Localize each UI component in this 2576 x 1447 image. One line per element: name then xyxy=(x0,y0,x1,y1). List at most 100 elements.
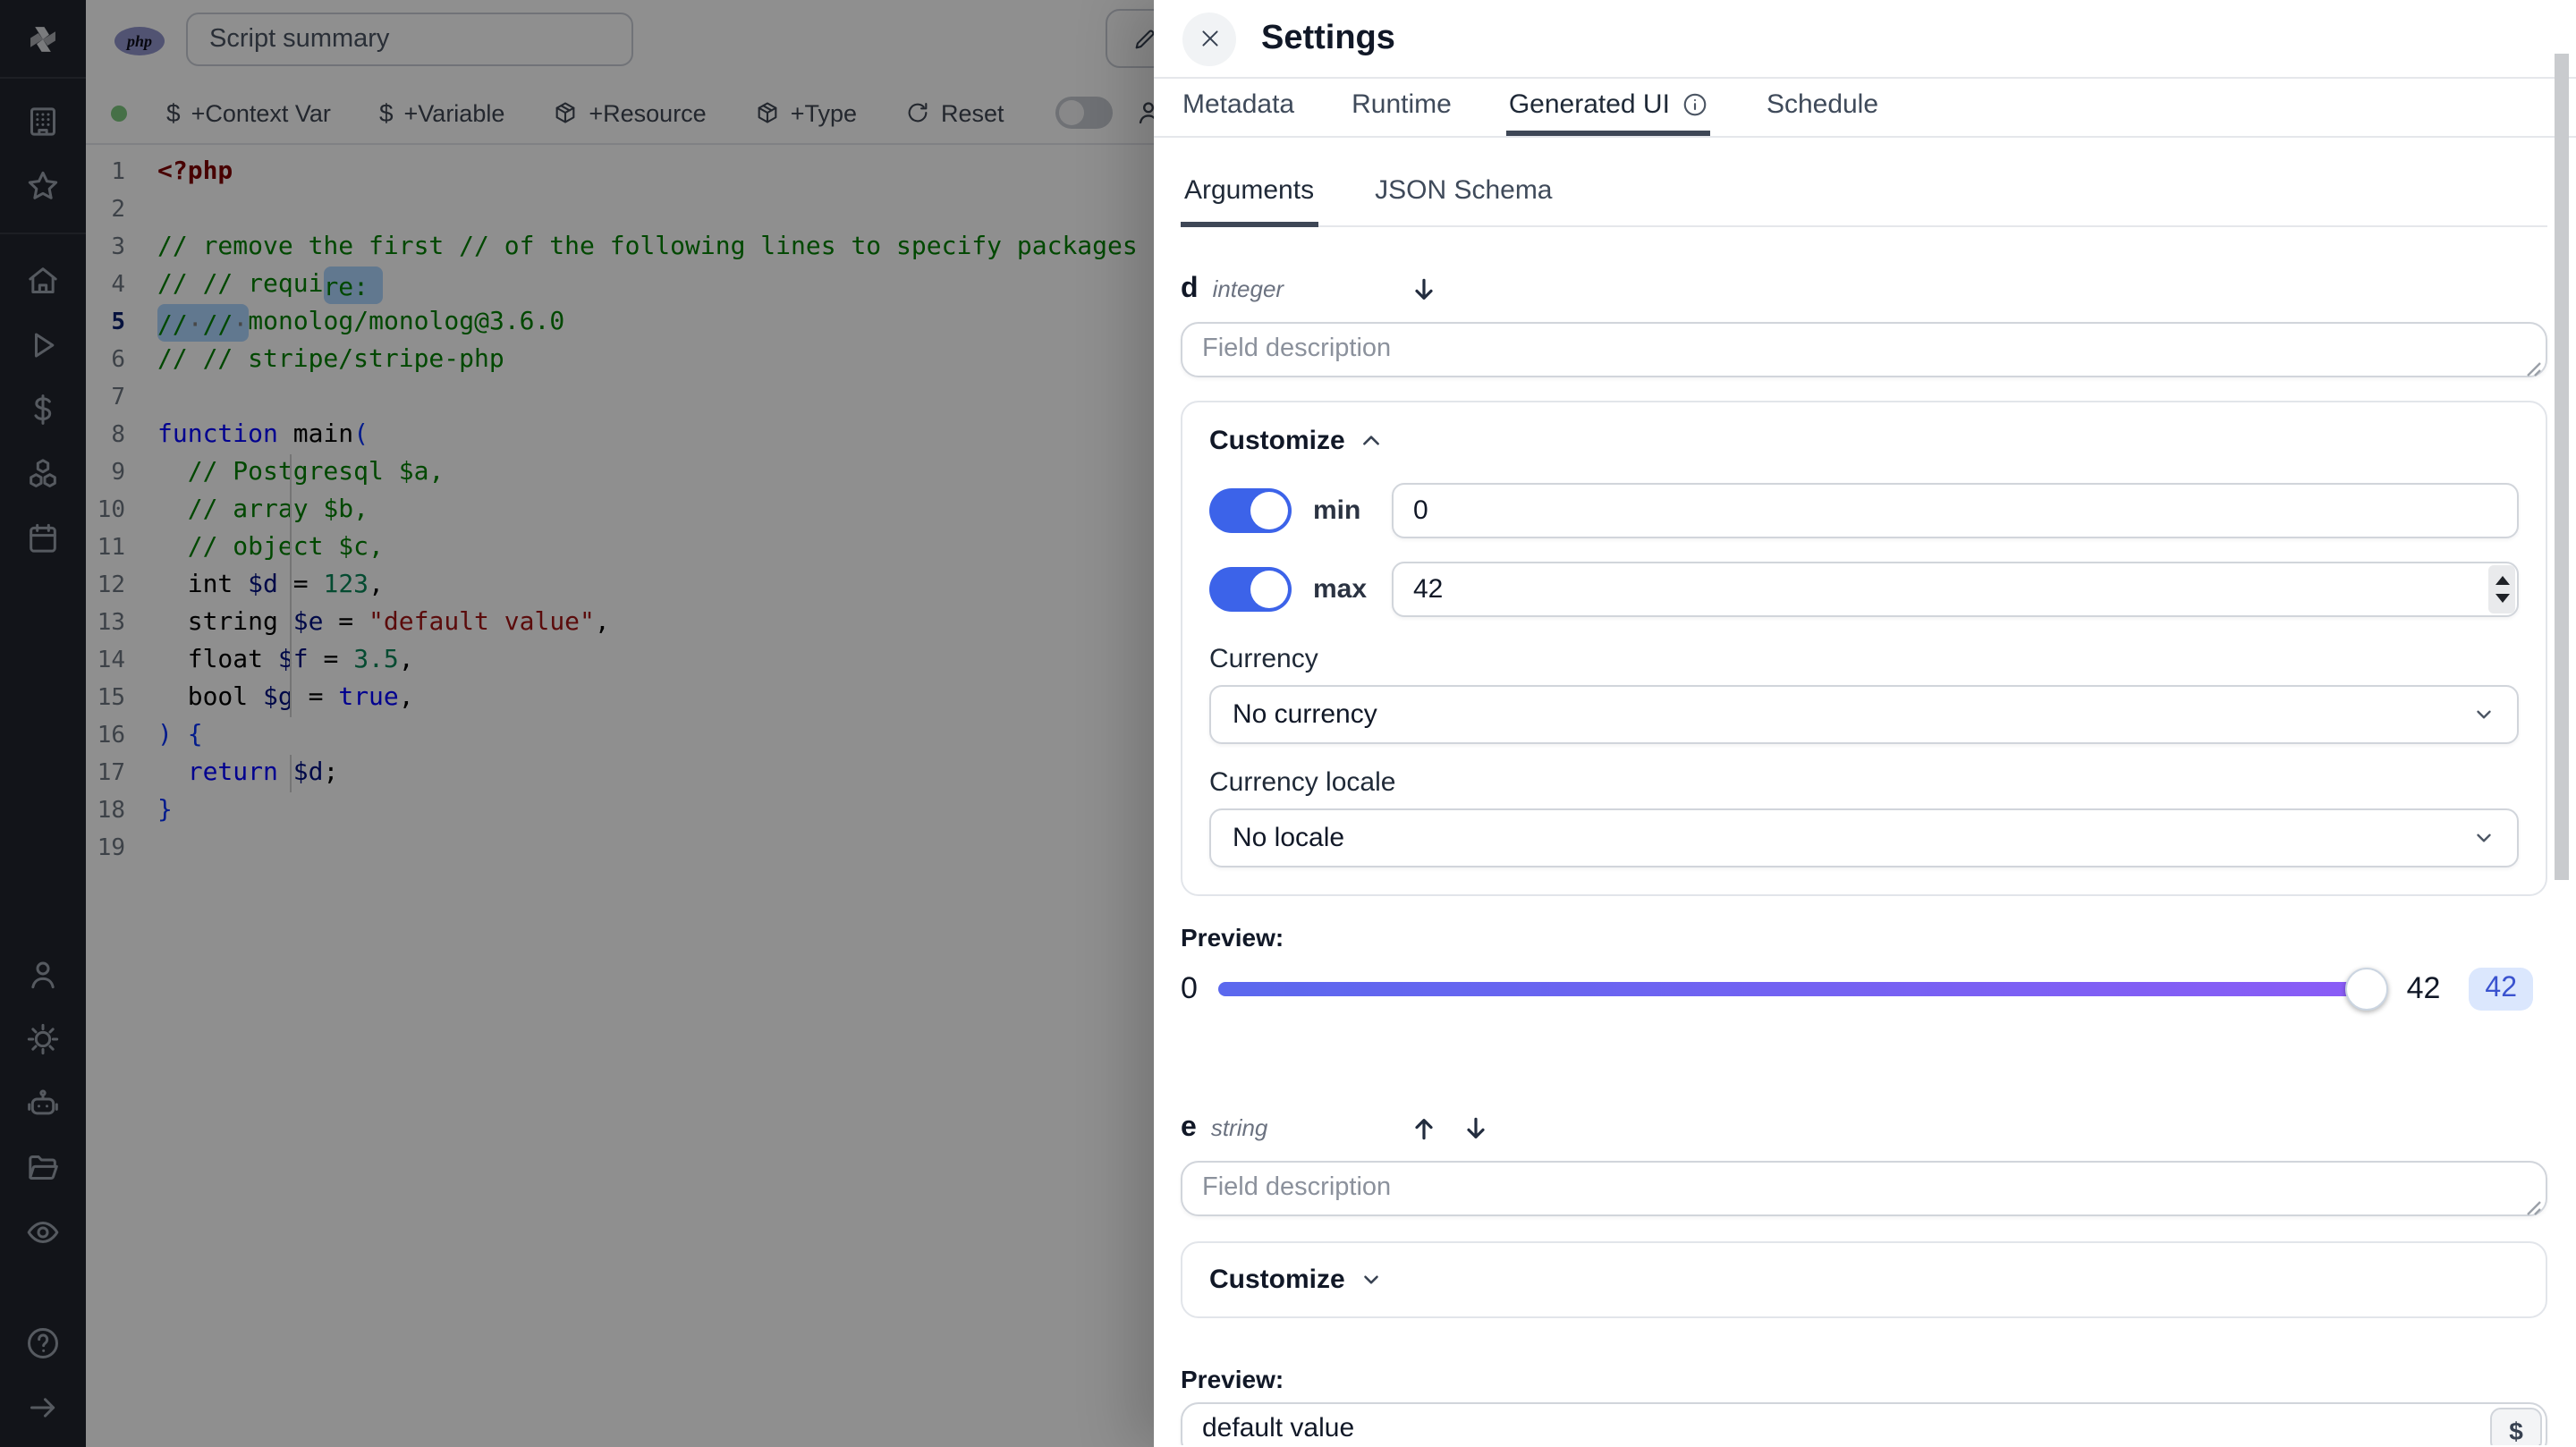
screen: php Path $+Context Var$+Variable+Resourc… xyxy=(0,0,2576,1447)
line-number: 9 xyxy=(111,460,125,487)
chevron-down-icon xyxy=(2472,703,2496,726)
cubes-icon[interactable] xyxy=(25,456,61,492)
max-row: max xyxy=(1209,562,2519,617)
line-number: 18 xyxy=(97,798,125,825)
chevron-down-icon xyxy=(2472,826,2496,850)
add-type-button[interactable]: +Type xyxy=(755,99,857,126)
currency-locale-select[interactable]: No locale xyxy=(1209,808,2519,867)
settings-tabs: Metadata Runtime Generated UI Schedule xyxy=(1154,79,2576,138)
scrollbar-thumb[interactable] xyxy=(2555,54,2569,880)
max-label: max xyxy=(1313,574,1368,605)
tab-metadata[interactable]: Metadata xyxy=(1181,79,1296,136)
field-d-description xyxy=(1181,322,2547,377)
arrow-right-icon[interactable] xyxy=(25,1390,61,1426)
number-stepper[interactable] xyxy=(2488,565,2515,613)
field-d-header: d integer xyxy=(1181,274,2547,306)
line-number: 12 xyxy=(97,572,125,599)
line-number: 3 xyxy=(111,234,125,261)
max-input[interactable] xyxy=(1392,562,2519,617)
dollar-icon: $ xyxy=(166,98,181,127)
field-e-type: string xyxy=(1210,1114,1268,1141)
gear-icon[interactable] xyxy=(25,1021,61,1057)
field-d-description-input[interactable] xyxy=(1181,322,2547,377)
move-down-icon[interactable] xyxy=(1410,275,1438,304)
dollar-icon[interactable] xyxy=(25,392,61,427)
settings-header: Settings xyxy=(1154,0,2576,79)
arguments-subtabs: Arguments JSON Schema xyxy=(1181,175,2547,227)
field-d-preview-label: Preview: xyxy=(1181,923,1284,952)
line-number: 8 xyxy=(111,422,125,449)
slider-min-label: 0 xyxy=(1181,971,1198,1005)
chevron-up-icon xyxy=(1360,429,1383,453)
line-number: 4 xyxy=(111,272,125,299)
field-e-customize-toggle[interactable]: Customize xyxy=(1209,1265,1383,1295)
help-icon[interactable] xyxy=(25,1325,61,1361)
line-number: 19 xyxy=(97,835,125,862)
slider-value-badge: 42 xyxy=(2469,968,2533,1011)
building-icon[interactable] xyxy=(25,104,61,140)
tab-generated-ui[interactable]: Generated UI xyxy=(1506,79,1711,136)
folder-icon[interactable] xyxy=(25,1150,61,1186)
field-e-description-input[interactable] xyxy=(1181,1161,2547,1216)
insert-variable-button[interactable]: $ xyxy=(2490,1408,2542,1445)
line-number: 15 xyxy=(97,685,125,712)
move-up-icon[interactable] xyxy=(1410,1114,1438,1143)
slider-thumb[interactable] xyxy=(2345,968,2389,1011)
currency-locale-label: Currency locale xyxy=(1209,767,1396,798)
reset-icon xyxy=(905,100,930,125)
line-number: 10 xyxy=(97,497,125,524)
field-d-preview-slider: 0 42 42 xyxy=(1181,962,2547,1016)
generated-ui-panel: Arguments JSON Schema d integer Customize xyxy=(1154,138,2576,1445)
line-number: 7 xyxy=(111,385,125,411)
diff-mode-toggle[interactable] xyxy=(1055,97,1114,129)
min-label: min xyxy=(1313,495,1361,526)
robot-icon[interactable] xyxy=(25,1086,61,1121)
field-e-name: e xyxy=(1181,1113,1197,1143)
field-d-customize-toggle[interactable]: Customize xyxy=(1209,426,2519,456)
indent-guide xyxy=(290,454,292,717)
sidebar-group-workspace xyxy=(0,79,86,234)
field-d-name: d xyxy=(1181,274,1199,304)
package-icon xyxy=(755,100,780,125)
script-summary-input[interactable] xyxy=(186,13,633,66)
move-down-icon[interactable] xyxy=(1462,1114,1490,1143)
eye-icon[interactable] xyxy=(25,1214,61,1250)
currency-label: Currency xyxy=(1209,644,1318,674)
settings-title: Settings xyxy=(1261,19,1395,56)
min-toggle[interactable] xyxy=(1209,488,1292,533)
line-number: 11 xyxy=(97,535,125,562)
chevron-down-icon xyxy=(1360,1268,1383,1291)
line-number: 16 xyxy=(97,723,125,749)
user-icon[interactable] xyxy=(25,957,61,993)
min-input[interactable] xyxy=(1392,483,2519,538)
package-icon xyxy=(553,100,578,125)
windmill-logo[interactable] xyxy=(0,0,86,79)
slider-track[interactable] xyxy=(1218,968,2389,1011)
tab-runtime[interactable]: Runtime xyxy=(1350,79,1453,136)
field-e-customize-card: Customize xyxy=(1181,1241,2547,1318)
php-language-badge: php xyxy=(114,27,165,55)
tab-arguments[interactable]: Arguments xyxy=(1181,175,1318,227)
add-context-var-button[interactable]: $ +Context Var xyxy=(166,98,331,127)
field-e-preview-input[interactable]: default value xyxy=(1181,1402,2547,1445)
indent-guide xyxy=(290,755,292,792)
close-icon[interactable] xyxy=(1182,12,1236,65)
add-variable-button[interactable]: $ +Variable xyxy=(379,98,504,127)
play-icon[interactable] xyxy=(25,327,61,363)
line-number: 2 xyxy=(111,197,125,224)
sidebar-group-admin xyxy=(0,957,86,1250)
tab-json-schema[interactable]: JSON Schema xyxy=(1371,175,1555,227)
sidebar-group-main xyxy=(0,234,86,556)
field-e-preview-label: Preview: xyxy=(1181,1365,1284,1393)
field-d-type: integer xyxy=(1212,275,1284,302)
info-icon xyxy=(1682,91,1709,118)
calendar-icon[interactable] xyxy=(25,520,61,556)
slider-value-label: 42 xyxy=(2406,971,2441,1005)
star-icon[interactable] xyxy=(25,168,61,204)
max-toggle[interactable] xyxy=(1209,567,1292,612)
tab-schedule[interactable]: Schedule xyxy=(1765,79,1880,136)
add-resource-button[interactable]: +Resource xyxy=(553,99,707,126)
currency-select[interactable]: No currency xyxy=(1209,685,2519,744)
home-icon[interactable] xyxy=(25,263,61,299)
reset-button[interactable]: Reset xyxy=(905,99,1004,126)
